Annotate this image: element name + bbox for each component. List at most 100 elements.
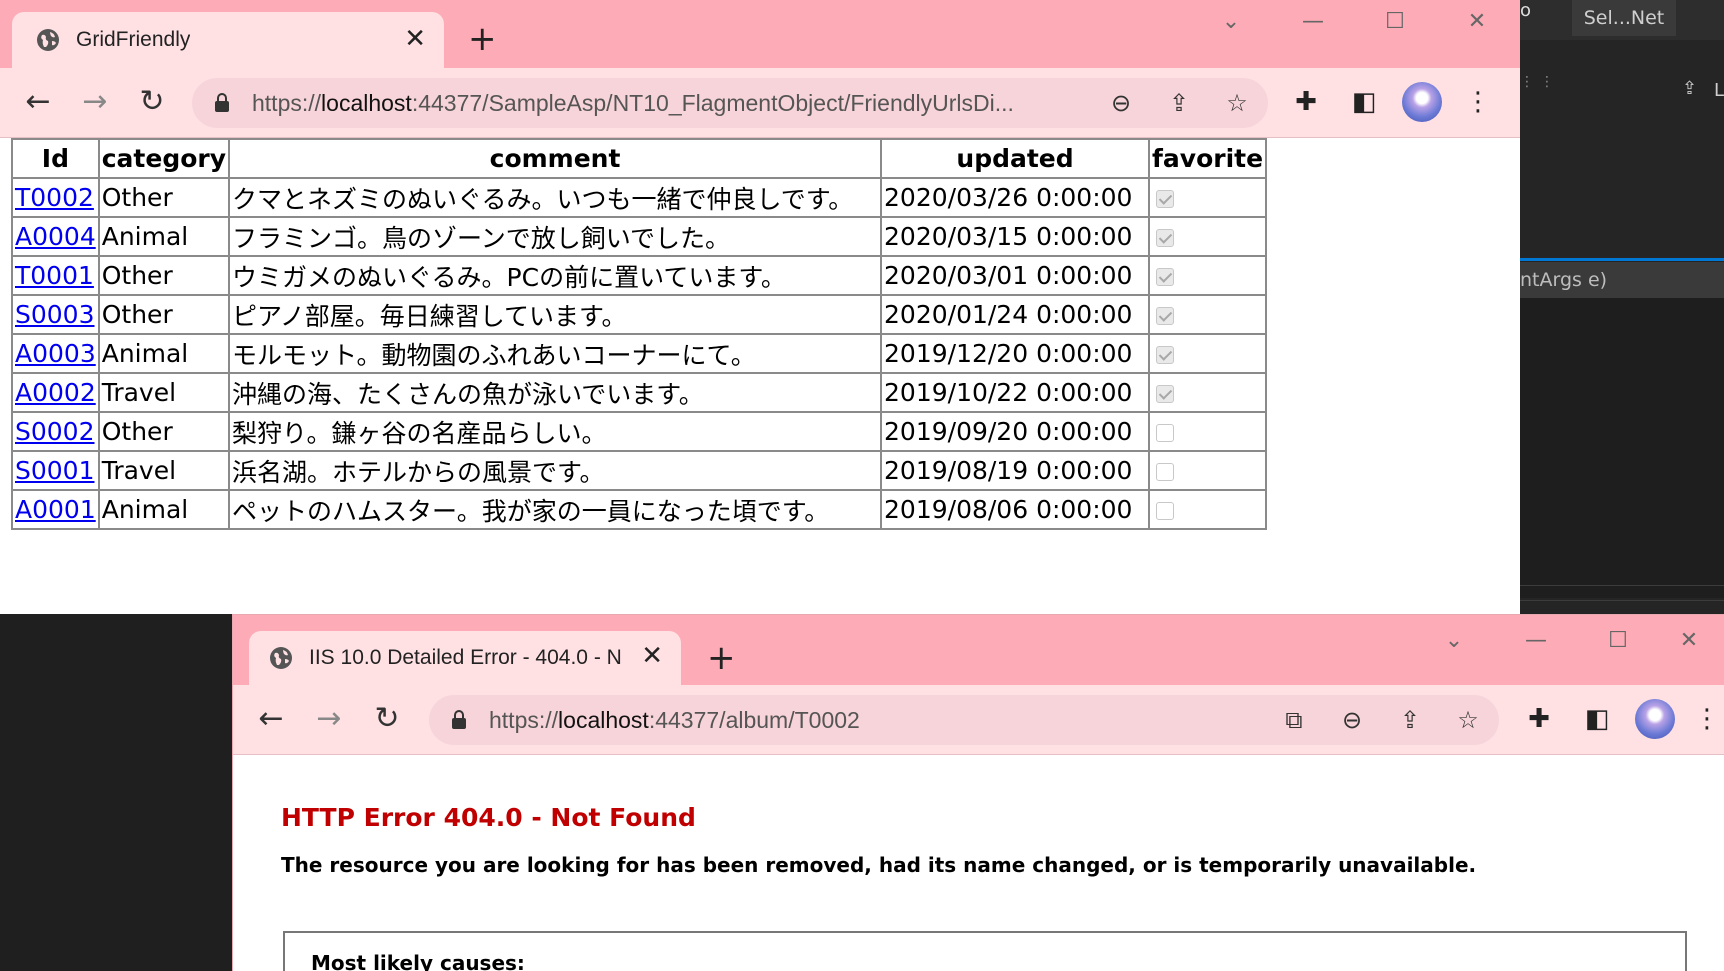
cell-updated: 2019/10/22 0:00:00 <box>880 372 1151 413</box>
window-controls: ⌄ — ☐ ✕ <box>1413 619 1719 663</box>
globe-icon <box>270 647 292 669</box>
id-link[interactable]: S0002 <box>15 417 95 446</box>
id-link[interactable]: A0003 <box>15 339 96 368</box>
cell-category: Animal <box>97 333 231 374</box>
close-tab-icon[interactable]: ✕ <box>641 643 663 669</box>
cell-category: Animal <box>97 489 231 530</box>
side-panel-icon[interactable]: ◧ <box>1348 86 1380 118</box>
translate-icon[interactable]: ⧉ <box>1281 707 1307 733</box>
chevron-down-icon[interactable]: ⌄ <box>1413 619 1495 663</box>
favorite-checkbox[interactable] <box>1156 463 1175 481</box>
bookmark-star-icon[interactable]: ☆ <box>1455 707 1481 733</box>
maximize-icon[interactable]: ☐ <box>1354 0 1436 44</box>
lock-icon[interactable] <box>451 709 467 729</box>
address-bar[interactable]: https://localhost:44377/SampleAsp/NT10_F… <box>192 78 1268 128</box>
cell-category: Other <box>97 177 231 218</box>
cell-id: S0003 <box>11 294 100 335</box>
cell-comment: 沖縄の海、たくさんの魚が泳いでいます。 <box>228 372 883 413</box>
side-panel-icon[interactable]: ◧ <box>1581 703 1613 735</box>
cell-favorite <box>1148 255 1268 296</box>
back-icon[interactable]: ← <box>20 84 56 120</box>
id-link[interactable]: S0003 <box>15 300 95 329</box>
new-tab-icon[interactable]: + <box>468 22 497 56</box>
close-window-icon[interactable]: ✕ <box>1436 0 1518 44</box>
tab-strip: GridFriendly ✕ + ⌄ — ☐ ✕ <box>0 0 1520 68</box>
minimize-icon[interactable]: — <box>1495 619 1577 663</box>
forward-icon[interactable]: → <box>311 701 347 737</box>
forward-icon[interactable]: → <box>77 84 113 120</box>
cell-comment: 梨狩り。鎌ヶ谷の名産品らしい。 <box>228 411 883 452</box>
cell-comment: ウミガメのぬいぐるみ。PCの前に置いています。 <box>228 255 883 296</box>
cell-favorite <box>1148 489 1268 530</box>
zoom-icon[interactable]: ⊖ <box>1339 707 1365 733</box>
reload-icon[interactable]: ↻ <box>369 701 405 737</box>
table-row: A0001 Animal ペットのハムスター。我が家の一員になった頃です。 2019/… <box>11 489 1268 530</box>
url-text[interactable]: https://localhost:44377/SampleAsp/NT10_F… <box>252 78 1082 128</box>
browser-toolbar: ← → ↻ https://localhost:44377/album/T000… <box>233 685 1724 755</box>
reload-icon[interactable]: ↻ <box>134 84 170 120</box>
header-updated: updated <box>880 138 1151 179</box>
cell-favorite <box>1148 216 1268 257</box>
header-favorite: favorite <box>1148 138 1268 179</box>
favorite-checkbox[interactable] <box>1156 307 1175 325</box>
table-row: A0003 Animal モルモット。動物園のふれあいコーナーにて。 2019/12/… <box>11 333 1268 374</box>
new-tab-icon[interactable]: + <box>707 641 736 675</box>
cell-comment: ピアノ部屋。毎日練習しています。 <box>228 294 883 335</box>
favorite-checkbox[interactable] <box>1156 190 1175 208</box>
back-icon[interactable]: ← <box>253 701 289 737</box>
tab-gridfriendly[interactable]: GridFriendly ✕ <box>12 12 444 68</box>
ide-code-line: ntArgs e) <box>1520 262 1724 298</box>
favorite-checkbox[interactable] <box>1156 229 1175 247</box>
cell-updated: 2019/12/20 0:00:00 <box>880 333 1151 374</box>
ide-divider <box>1520 585 1724 586</box>
id-link[interactable]: A0004 <box>15 222 96 251</box>
extensions-puzzle-icon[interactable]: ✚ <box>1523 703 1555 735</box>
close-tab-icon[interactable]: ✕ <box>404 26 426 52</box>
tab-iis-error[interactable]: IIS 10.0 Detailed Error - 404.0 - N ✕ <box>249 631 681 685</box>
table-row: S0002 Other 梨狩り。鎌ヶ谷の名産品らしい。 2019/09/20 0:00… <box>11 411 1268 452</box>
lock-icon[interactable] <box>214 92 230 112</box>
minimize-icon[interactable]: — <box>1272 0 1354 44</box>
cell-id: T0002 <box>11 177 100 218</box>
browser-toolbar: ← → ↻ https://localhost:44377/SampleAsp/… <box>0 68 1520 138</box>
globe-icon <box>37 29 59 51</box>
url-text[interactable]: https://localhost:44377/album/T0002 <box>489 695 1189 745</box>
profile-avatar[interactable] <box>1635 699 1675 739</box>
id-link[interactable]: A0001 <box>15 495 96 524</box>
share-icon[interactable]: ⇪ <box>1166 90 1192 116</box>
profile-avatar[interactable] <box>1402 82 1442 122</box>
error-title: HTTP Error 404.0 - Not Found <box>281 803 696 832</box>
data-grid: Id category comment updated favorite T00… <box>11 138 1268 530</box>
tab-title: IIS 10.0 Detailed Error - 404.0 - N <box>309 646 622 669</box>
address-bar[interactable]: https://localhost:44377/album/T0002 ⧉ ⊖ … <box>429 695 1499 745</box>
menu-kebab-icon[interactable]: ⋮ <box>1462 86 1494 118</box>
cell-favorite <box>1148 177 1268 218</box>
causes-heading: Most likely causes: <box>311 951 525 971</box>
header-id: Id <box>11 138 100 179</box>
id-link[interactable]: T0002 <box>15 183 94 212</box>
id-link[interactable]: A0002 <box>15 378 96 407</box>
favorite-checkbox[interactable] <box>1156 346 1175 364</box>
ide-partial-icon: o <box>1520 0 1532 21</box>
bookmark-star-icon[interactable]: ☆ <box>1224 90 1250 116</box>
extensions-puzzle-icon[interactable]: ✚ <box>1290 86 1322 118</box>
favorite-checkbox[interactable] <box>1156 502 1175 520</box>
browser-window-iis-error: IIS 10.0 Detailed Error - 404.0 - N ✕ + … <box>232 614 1724 971</box>
id-link[interactable]: S0001 <box>15 456 95 485</box>
id-link[interactable]: T0001 <box>15 261 94 290</box>
menu-kebab-icon[interactable]: ⋮ <box>1691 703 1723 735</box>
zoom-icon[interactable]: ⊖ <box>1108 90 1134 116</box>
ide-tab[interactable]: Sel...Net <box>1572 0 1676 36</box>
cell-id: A0003 <box>11 333 100 374</box>
cell-updated: 2020/03/26 0:00:00 <box>880 177 1151 218</box>
favorite-checkbox[interactable] <box>1156 424 1175 442</box>
share-icon[interactable]: ⇪ <box>1682 78 1697 99</box>
share-icon[interactable]: ⇪ <box>1397 707 1423 733</box>
cell-category: Animal <box>97 216 231 257</box>
cell-id: S0001 <box>11 450 100 491</box>
chevron-down-icon[interactable]: ⌄ <box>1190 0 1272 44</box>
favorite-checkbox[interactable] <box>1156 268 1175 286</box>
close-window-icon[interactable]: ✕ <box>1659 619 1719 663</box>
favorite-checkbox[interactable] <box>1156 385 1175 403</box>
maximize-icon[interactable]: ☐ <box>1577 619 1659 663</box>
